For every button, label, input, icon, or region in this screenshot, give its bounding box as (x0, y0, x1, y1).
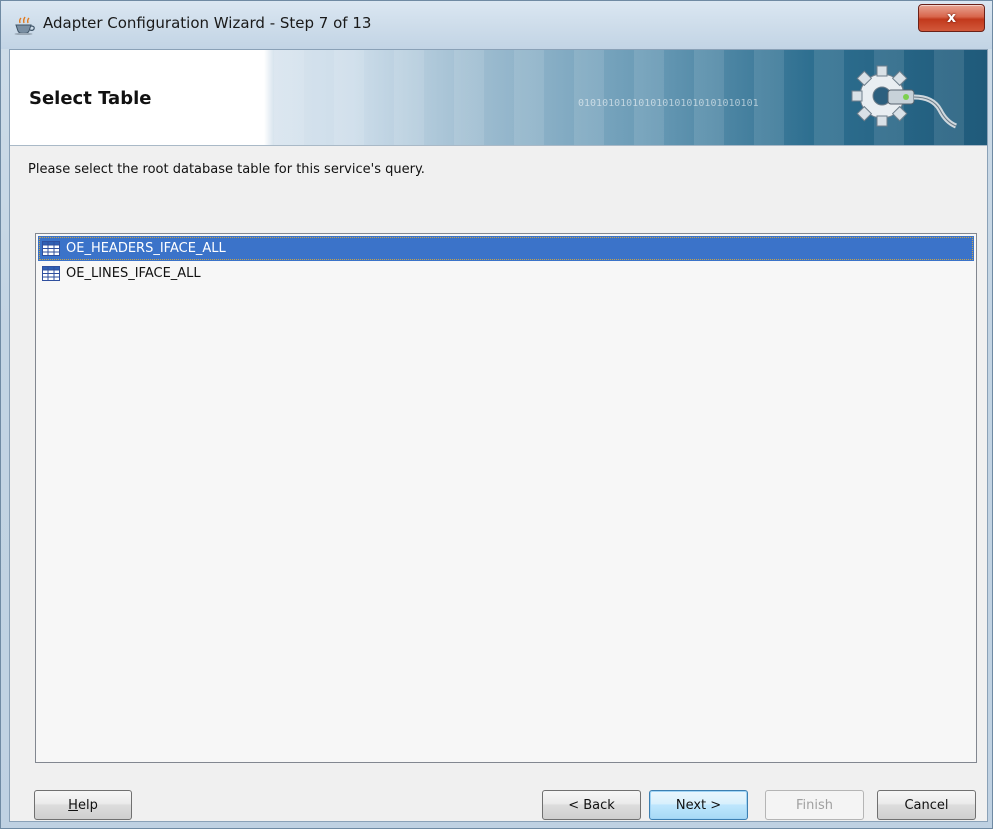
table-name: OE_HEADERS_IFACE_ALL (66, 241, 226, 256)
next-button[interactable]: Next > (649, 790, 748, 820)
finish-label: Finish (795, 797, 833, 813)
wizard-window: Adapter Configuration Wizard - Step 7 of… (0, 0, 993, 829)
list-item[interactable]: OE_HEADERS_IFACE_ALL (38, 236, 974, 261)
window-title: Adapter Configuration Wizard - Step 7 of… (43, 14, 372, 32)
help-button[interactable]: Help (34, 790, 132, 820)
table-name: OE_LINES_IFACE_ALL (66, 266, 201, 281)
back-label: < Back (568, 797, 615, 813)
list-item[interactable]: OE_LINES_IFACE_ALL (38, 261, 974, 286)
table-grid-icon (42, 266, 60, 281)
finish-button: Finish (765, 790, 864, 820)
cancel-label: Cancel (904, 797, 949, 813)
page-title: Select Table (29, 88, 152, 109)
table-grid-icon (42, 241, 60, 256)
instruction-text: Please select the root database table fo… (28, 162, 425, 177)
close-button[interactable]: x (918, 4, 985, 32)
help-mnemonic: H (68, 797, 78, 813)
wizard-banner: Select Table 010101010101010101010101010… (10, 50, 987, 146)
banner-binary-decoration: 010101010101010101010101010101 (578, 98, 759, 109)
close-icon: x (946, 10, 957, 26)
next-label: Next > (675, 797, 722, 813)
help-label-rest: elp (77, 797, 98, 813)
coffee-cup-icon (14, 16, 35, 35)
cancel-button[interactable]: Cancel (877, 790, 976, 820)
table-list[interactable]: OE_HEADERS_IFACE_ALL OE_LINES_IFACE_ALL (35, 233, 977, 763)
wizard-client-area: Select Table 010101010101010101010101010… (9, 49, 988, 822)
gear-plug-icon (851, 65, 958, 129)
title-bar[interactable]: Adapter Configuration Wizard - Step 7 of… (1, 1, 992, 49)
back-button[interactable]: < Back (542, 790, 641, 820)
